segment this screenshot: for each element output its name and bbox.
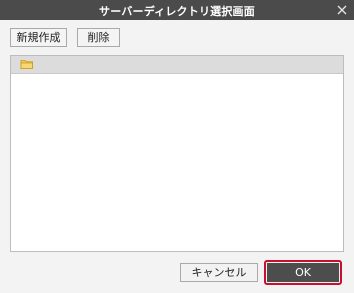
close-icon[interactable]: [334, 2, 350, 18]
folder-icon[interactable]: [20, 58, 34, 70]
new-folder-button[interactable]: 新規作成: [10, 28, 67, 47]
title-bar: サーバーディレクトリ選択画面: [0, 0, 354, 20]
delete-button[interactable]: 削除: [77, 28, 120, 47]
directory-tree[interactable]: [10, 55, 344, 252]
tree-root-row[interactable]: [11, 56, 343, 74]
ok-button[interactable]: OK: [267, 263, 339, 282]
server-directory-dialog: サーバーディレクトリ選択画面 新規作成 削除 キャンセル OK: [0, 0, 354, 293]
cancel-button[interactable]: キャンセル: [180, 263, 258, 282]
dialog-title: サーバーディレクトリ選択画面: [99, 5, 255, 18]
ok-button-highlight: OK: [264, 260, 342, 285]
